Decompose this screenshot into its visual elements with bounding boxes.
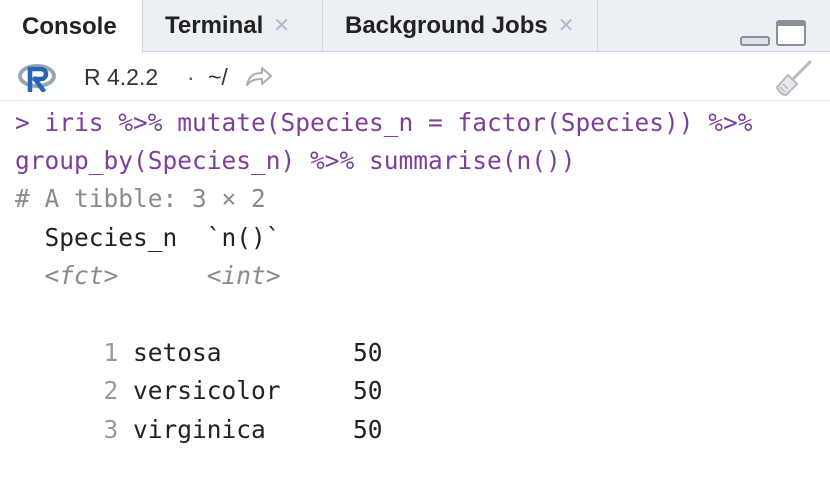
working-directory[interactable]: ~/ (208, 64, 228, 91)
r-version: R 4.2.2 (84, 64, 159, 90)
tab-background-jobs-label: Background Jobs (345, 12, 548, 39)
tab-background-jobs[interactable]: Background Jobs ✕ (323, 0, 598, 52)
close-icon[interactable]: ✕ (273, 16, 290, 36)
window-buttons (740, 20, 806, 46)
tab-bar: Console Terminal ✕ Background Jobs ✕ (0, 0, 830, 53)
console-pane: Console Terminal ✕ Background Jobs ✕ R 4… (0, 0, 830, 444)
share-arrow-icon[interactable] (244, 65, 274, 89)
table-row: 2 versicolor 50 (15, 333, 383, 405)
close-icon[interactable]: ✕ (558, 16, 575, 36)
command-line-1: > iris %>% mutate(Species_n = factor(Spe… (15, 108, 753, 137)
column-headers: Species_n `n()` (15, 223, 281, 252)
broom-icon[interactable] (774, 59, 814, 97)
table-row: 3 virginica 50 (15, 372, 383, 444)
table-row: 1 setosa 50 (15, 295, 383, 367)
row-index: 3 (103, 414, 119, 444)
command-line-2: group_by(Species_n) %>% summarise(n()) (15, 146, 576, 175)
console-output[interactable]: > iris %>% mutate(Species_n = factor(Spe… (0, 102, 830, 444)
console-header: R 4.2.2 · ~/ (0, 53, 830, 101)
maximize-icon[interactable] (776, 20, 806, 46)
r-logo-icon (18, 64, 56, 92)
row-species: virginica (133, 414, 266, 444)
separator: · (187, 64, 195, 90)
tibble-header: # A tibble: 3 × 2 (15, 184, 266, 213)
tab-terminal[interactable]: Terminal ✕ (143, 0, 323, 52)
tab-console-label: Console (22, 12, 117, 40)
row-count: 50 (353, 414, 383, 444)
minimize-icon[interactable] (740, 36, 770, 46)
tab-console[interactable]: Console (0, 0, 143, 53)
column-types: <fct> <int> (15, 261, 281, 290)
tab-terminal-label: Terminal (165, 12, 264, 39)
